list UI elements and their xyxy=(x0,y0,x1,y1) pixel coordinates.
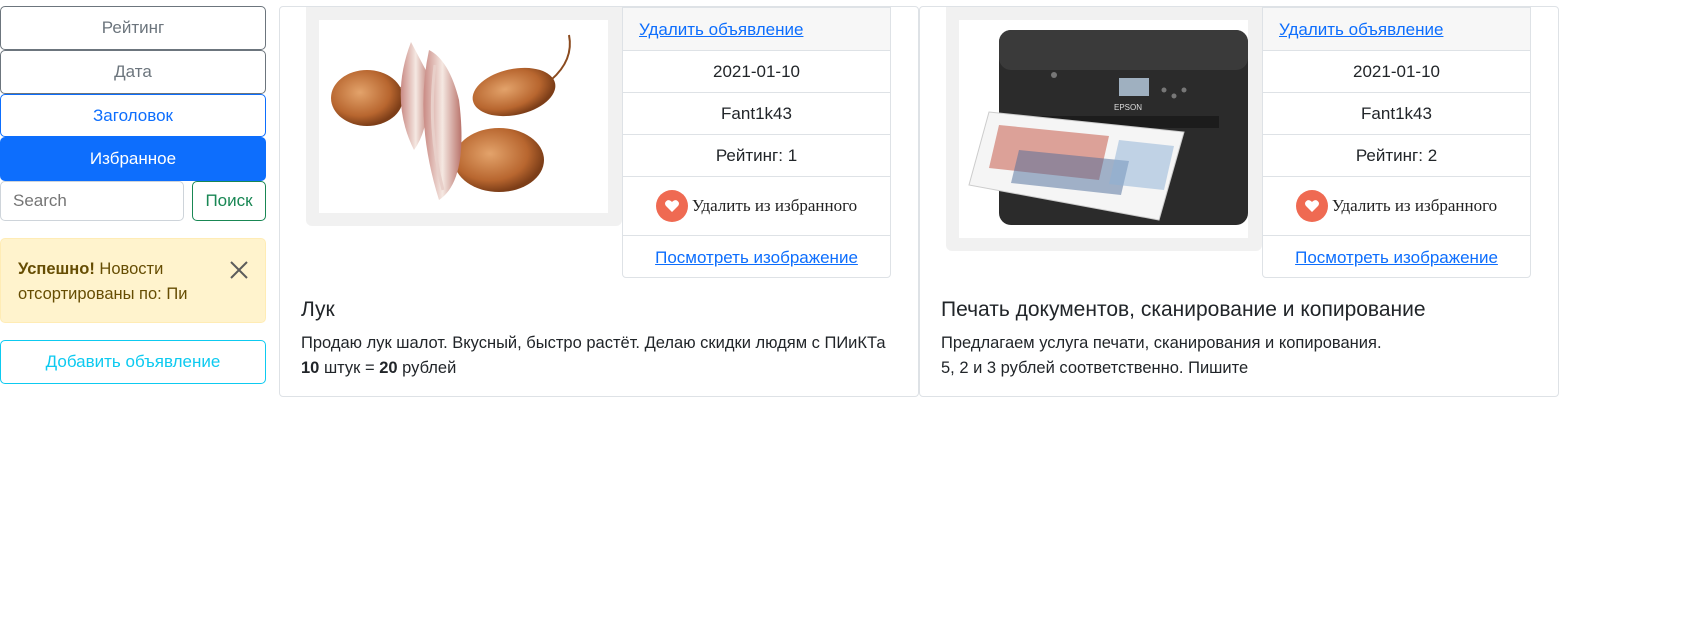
add-listing-button[interactable]: Добавить объявление xyxy=(0,340,266,384)
search-input[interactable] xyxy=(0,181,184,221)
listing-date: 2021-01-10 xyxy=(1263,51,1530,93)
listing-title: Печать документов, сканирование и копиро… xyxy=(941,298,1426,321)
alert-strong-text: Успешно! xyxy=(18,260,95,278)
remove-favorite-button[interactable]: Удалить из избранного xyxy=(1263,177,1530,236)
view-image-link[interactable]: Посмотреть изображение xyxy=(1295,248,1498,267)
listing-description: Предлагаем услуга печати, сканирования и… xyxy=(941,331,1541,381)
sort-title-button[interactable]: Заголовок xyxy=(0,94,266,137)
view-image-link[interactable]: Посмотреть изображение xyxy=(655,248,858,267)
listing-card: EPSON Удалить объявление 2021-01-10 Fant… xyxy=(919,6,1559,397)
listing-author: Fant1k43 xyxy=(1263,93,1530,135)
listing-rating: Рейтинг: 2 xyxy=(1263,135,1530,177)
price-value: 20 xyxy=(379,359,398,377)
description-end: рублей xyxy=(397,359,457,377)
sort-rating-button[interactable]: Рейтинг xyxy=(0,6,266,50)
view-image-row: Посмотреть изображение xyxy=(1263,236,1530,277)
sidebar: Рейтинг Дата Заголовок Избранное Поиск У… xyxy=(0,6,266,384)
description-line: Продаю лук шалот. Вкусный, быстро растёт… xyxy=(301,334,886,352)
listing-rating: Рейтинг: 1 xyxy=(623,135,890,177)
description-line-2: 5, 2 и 3 рублей соответственно. Пишите xyxy=(941,359,1249,377)
image-frame xyxy=(306,7,622,226)
remove-favorite-label: Удалить из избранного xyxy=(691,196,858,215)
listing-info-table: Удалить объявление 2021-01-10 Fant1k43 Р… xyxy=(622,7,891,278)
printer-image: EPSON xyxy=(959,20,1248,238)
delete-listing-link[interactable]: Удалить объявление xyxy=(639,20,803,39)
remove-favorite-button[interactable]: Удалить из избранного xyxy=(623,177,890,236)
listing-card: Удалить объявление 2021-01-10 Fant1k43 Р… xyxy=(279,6,919,397)
listing-description: Продаю лук шалот. Вкусный, быстро растёт… xyxy=(301,331,901,381)
remove-favorite-label: Удалить из избранного xyxy=(1331,196,1498,215)
view-image-row: Посмотреть изображение xyxy=(623,236,890,277)
listing-author: Fant1k43 xyxy=(623,93,890,135)
listing-title: Лук xyxy=(301,298,335,321)
table-header: Удалить объявление xyxy=(623,8,890,51)
search-button[interactable]: Поиск xyxy=(192,181,266,221)
heart-icon[interactable] xyxy=(655,190,688,222)
listing-info-table: Удалить объявление 2021-01-10 Fant1k43 Р… xyxy=(1262,7,1531,278)
description-line: Предлагаем услуга печати, сканирования и… xyxy=(941,334,1382,352)
delete-listing-link[interactable]: Удалить объявление xyxy=(1279,20,1443,39)
description-mid: штук = xyxy=(319,359,380,377)
printer-brand-text: EPSON xyxy=(1114,103,1142,112)
favorites-button[interactable]: Избранное xyxy=(0,137,266,181)
image-frame: EPSON xyxy=(946,7,1262,251)
search-form: Поиск xyxy=(0,181,266,221)
close-icon[interactable] xyxy=(227,258,251,282)
heart-icon[interactable] xyxy=(1295,190,1328,222)
sort-date-button[interactable]: Дата xyxy=(0,50,266,94)
table-header: Удалить объявление xyxy=(1263,8,1530,51)
success-alert: Успешно! Новости отсортированы по: Пи xyxy=(0,238,266,323)
quantity-value: 10 xyxy=(301,359,320,377)
onion-image xyxy=(319,20,608,213)
listing-date: 2021-01-10 xyxy=(623,51,890,93)
